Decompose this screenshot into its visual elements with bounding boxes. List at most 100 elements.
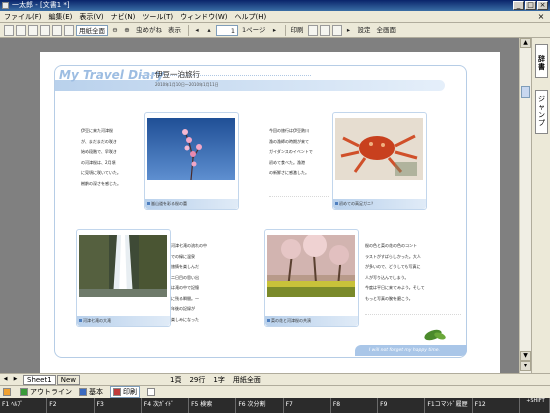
last-sheet-icon[interactable]: ▶ (11, 375, 20, 384)
scroll-thumb[interactable] (521, 86, 530, 98)
crab-photo (335, 118, 423, 180)
grid-icon[interactable] (52, 24, 62, 36)
scroll-next-icon[interactable]: ▾ (520, 361, 531, 371)
fkey-f7[interactable]: F7 (284, 398, 331, 413)
first-sheet-icon[interactable]: ◀ (1, 375, 10, 384)
divider (284, 24, 286, 36)
select-icon[interactable] (307, 24, 318, 36)
shift-indicator: +SHIFT (520, 398, 550, 413)
vertical-scrollbar[interactable]: ▲ ▼ ▾ (519, 38, 531, 373)
date-line: 2010年1月10日～2010年1月11日 (155, 82, 219, 87)
view-mode-bar: アウトライン 基本 印刷 (0, 385, 550, 398)
divider (188, 24, 189, 36)
photo-caption: 河津七滝の大滝 (77, 316, 170, 326)
block-text: 桜の色と菜の花の色のコント ラストがすばらしかった。大人 が多いので、どうしても… (365, 243, 425, 301)
menu-file[interactable]: ファイル(F) (4, 12, 42, 22)
menu-bar: ファイル(F) 編集(E) 表示(V) ナビ(N) ツール(T) ウィンドウ(W… (0, 11, 550, 23)
page-view-icon[interactable] (40, 24, 50, 36)
footer-tagline: I will not forget my happy time. (355, 345, 467, 356)
function-key-bar: F1 ﾍﾙﾌﾟ F2 F3 F4 次ｶﾞｲﾄﾞ F5 検索 F6 次分割 F7 … (0, 398, 550, 413)
fkey-f8[interactable]: F8 (331, 398, 379, 413)
menu-view[interactable]: 表示(V) (79, 12, 103, 22)
status-page: 1頁 (169, 375, 182, 384)
menu-edit[interactable]: 編集(E) (49, 12, 73, 22)
status-line: 29行 (189, 375, 206, 384)
tab-jump[interactable]: ジャンプ (535, 90, 548, 134)
ruled-line (269, 196, 329, 197)
new-sheet-tab[interactable]: New (56, 374, 80, 385)
fkey-f4[interactable]: F4 次ｶﾞｲﾄﾞ (142, 398, 190, 413)
window-controls: _ □ × (513, 1, 548, 10)
fkey-f9[interactable]: F9 (378, 398, 426, 413)
layout-icon[interactable] (3, 388, 13, 396)
maximize-button[interactable]: □ (525, 1, 536, 10)
page-number-input[interactable]: 1 (216, 24, 238, 36)
photo-block-crab: 初めての高足ガニ？ (332, 112, 427, 210)
arrow-icon[interactable]: ▸ (344, 25, 354, 36)
status-char: 1字 (213, 375, 225, 384)
display-button[interactable]: 表示 (166, 25, 183, 36)
fkey-f1[interactable]: F1 ﾍﾙﾌﾟ (0, 398, 48, 413)
waterfall-photo (79, 235, 167, 297)
scroll-down-icon[interactable]: ▼ (520, 351, 531, 361)
page-total: 1ページ (242, 25, 266, 34)
next-page-icon[interactable]: ▸ (270, 25, 280, 36)
window-title: 一太郎 - [文書1 *] (12, 1, 70, 9)
photo-caption: 嵐山道を彩る桜の蕾 (145, 199, 238, 209)
block-text: 河津七滝の流れの中 での緑に温泉 旅情を楽しんだ 二日目の思い出 は滝の中で記憶… (171, 243, 207, 322)
new-doc-icon[interactable] (4, 24, 14, 36)
prev-page-icon[interactable]: ◂ (192, 25, 202, 36)
outline-view-button[interactable]: アウトライン (20, 387, 72, 397)
fkey-f6[interactable]: F6 次分割 (236, 398, 284, 413)
cherry-rapeseed-photo (267, 235, 355, 297)
sheet-tab-bar: ◀ ▶ Sheet1 New 1頁 29行 1字 用紙全面 (0, 373, 550, 385)
ruled-line (365, 314, 461, 315)
move-icon[interactable] (64, 24, 74, 36)
full-screen-button[interactable]: 全画面 (375, 25, 399, 36)
zoom-in-icon[interactable]: ⊕ (122, 25, 132, 36)
fkey-f11[interactable]: F1コマﾝﾄﾞ履歴 (425, 398, 473, 413)
print-view-button[interactable]: 印刷 (110, 386, 140, 398)
toolbar: 用紙全面 ⊖ ⊕ 虫めがね 表示 ◂ ▴ 1 1ページ ▸ 印刷 ▸ 設定 全画… (0, 23, 550, 38)
side-panel: 辞書 ジャンプ (531, 38, 550, 373)
block-text: 伊豆に来た河津桜 が、まだまだの咲き 始め段階で、早咲き の河津桜は、2月頃 に… (81, 128, 121, 186)
menu-tools[interactable]: ツール(T) (142, 12, 173, 22)
fkey-f5[interactable]: F5 検索 (189, 398, 237, 413)
basic-view-button[interactable]: 基本 (79, 387, 103, 397)
photo-block-waterfall: 河津七滝の大滝 (76, 229, 171, 327)
cursor-icon[interactable] (331, 24, 342, 36)
fkey-f12[interactable]: F12 (473, 398, 520, 413)
leaf-icon (424, 329, 446, 341)
save-icon[interactable] (28, 24, 38, 36)
minimize-button[interactable]: _ (513, 1, 524, 10)
up-icon[interactable]: ▴ (204, 25, 214, 36)
app-icon (2, 2, 9, 9)
view-select[interactable]: 用紙全面 (76, 24, 108, 36)
photo-caption: 菜の花と河津桜の共演 (265, 316, 358, 326)
settings-button[interactable]: 設定 (356, 25, 373, 36)
block-text: 今回の旅行は伊豆熱川 漁の漁師の時期が来て ガイダンスのイベントで 初めて食べた… (269, 128, 313, 175)
menu-help[interactable]: ヘルプ(H) (235, 12, 267, 22)
scroll-up-icon[interactable]: ▲ (520, 38, 531, 48)
edit-icon[interactable] (147, 388, 157, 396)
photo-block-rapeseed: 菜の花と河津桜の共演 (264, 229, 359, 327)
close-document-icon[interactable]: × (536, 12, 546, 21)
page[interactable]: I will not forget my happy time. My Trav… (40, 52, 500, 373)
fkey-f2[interactable]: F2 (47, 398, 95, 413)
zoom-out-icon[interactable]: ⊖ (110, 25, 120, 36)
menu-window[interactable]: ウィンドウ(W) (180, 12, 227, 22)
sheet-tab[interactable]: Sheet1 (23, 374, 56, 385)
print-button[interactable]: 印刷 (289, 25, 306, 36)
close-button[interactable]: × (537, 1, 548, 10)
photo-caption: 初めての高足ガニ？ (333, 199, 426, 209)
open-icon[interactable] (16, 24, 26, 36)
document-subtitle: 伊豆一泊旅行 (155, 70, 200, 79)
magnifier-button[interactable]: 虫めがね (134, 25, 164, 36)
document-area[interactable]: I will not forget my happy time. My Trav… (0, 38, 519, 373)
tab-dictionary[interactable]: 辞書 (535, 44, 548, 78)
photo-block-cherry: 嵐山道を彩る桜の蕾 (144, 112, 239, 210)
tagline: I will not forget my happy time. (61, 96, 140, 102)
menu-navi[interactable]: ナビ(N) (111, 12, 136, 22)
text-icon[interactable] (319, 24, 330, 36)
fkey-f3[interactable]: F3 (95, 398, 142, 413)
